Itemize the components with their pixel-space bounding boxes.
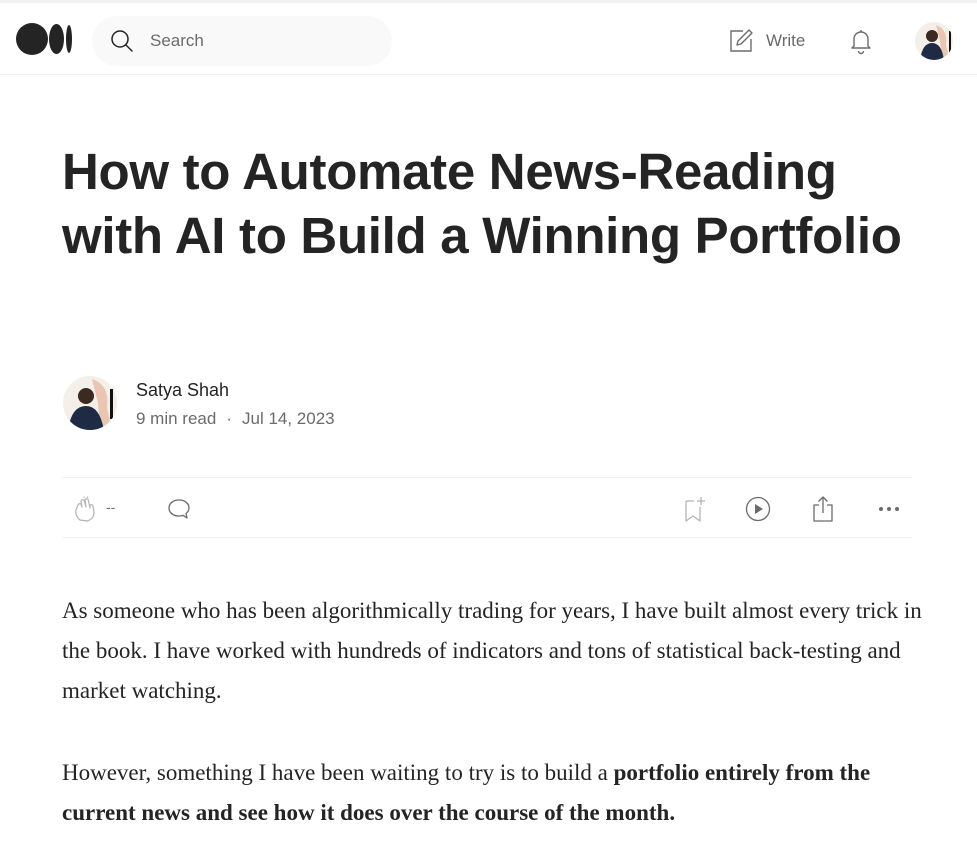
share-icon[interactable]: [811, 495, 835, 523]
article-meta: 9 min read · Jul 14, 2023: [136, 409, 335, 429]
more-icon[interactable]: [876, 497, 902, 521]
meta-separator: ·: [226, 409, 232, 428]
bell-icon[interactable]: [848, 27, 874, 55]
write-icon: [730, 29, 753, 52]
search-input[interactable]: [150, 31, 370, 51]
article-action-bar: --: [62, 477, 912, 538]
search-bar[interactable]: [92, 16, 392, 66]
top-navbar: Write: [0, 0, 977, 75]
write-label: Write: [766, 31, 806, 50]
author-avatar[interactable]: [62, 375, 118, 431]
clap-icon[interactable]: [72, 496, 98, 522]
read-time: 9 min read: [136, 409, 217, 428]
user-avatar[interactable]: [914, 21, 954, 61]
article-title: How to Automate News-Reading with AI to …: [62, 143, 902, 264]
paragraph-text: However, something I have been waiting t…: [62, 760, 614, 785]
comment-icon[interactable]: [167, 497, 191, 521]
clap-count: --: [106, 499, 116, 515]
author-name[interactable]: Satya Shah: [136, 380, 229, 401]
article-paragraph: However, something I have been waiting t…: [62, 753, 922, 833]
article-paragraph: As someone who has been algorithmically …: [62, 598, 922, 703]
write-button[interactable]: Write: [728, 27, 805, 55]
medium-logo-icon[interactable]: [16, 23, 74, 55]
publish-date: Jul 14, 2023: [242, 409, 335, 428]
play-icon[interactable]: [745, 496, 771, 522]
bookmark-icon[interactable]: [682, 495, 708, 523]
search-icon: [111, 30, 133, 52]
